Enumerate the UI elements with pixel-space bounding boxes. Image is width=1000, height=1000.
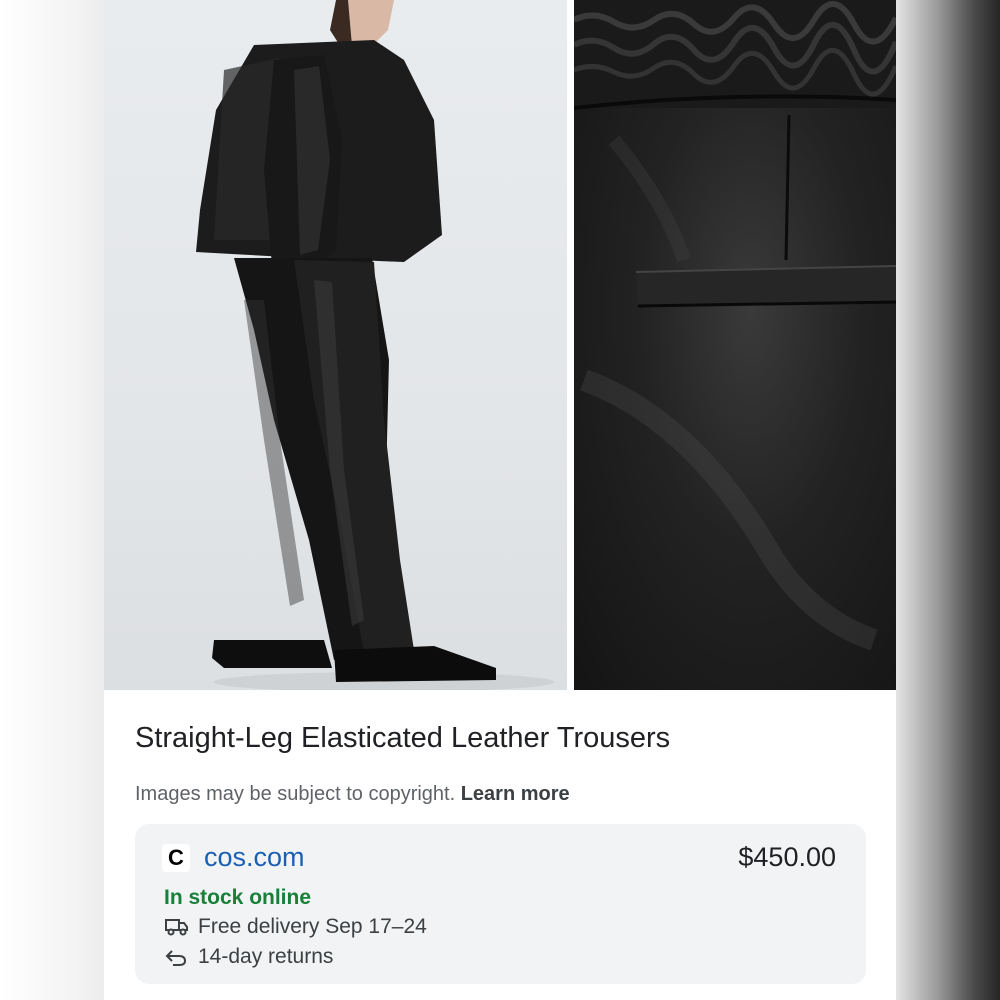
merchant-site-link[interactable]: cos.com <box>204 842 305 873</box>
return-arrow-icon <box>164 947 190 967</box>
image-divider <box>567 0 574 690</box>
product-title: Straight-Leg Elasticated Leather Trouser… <box>135 722 671 754</box>
left-backdrop <box>0 0 104 1000</box>
right-backdrop <box>896 0 1000 1000</box>
price: $450.00 <box>738 842 836 872</box>
model-illustration <box>196 0 554 690</box>
copyright-text: Images may be subject to copyright. <box>135 783 456 805</box>
closeup-illustration <box>574 0 896 651</box>
copyright-notice: Images may be subject to copyright. Lear… <box>135 783 570 806</box>
merchant-logo: C <box>162 844 190 872</box>
delivery-info: Free delivery Sep 17–24 <box>164 915 427 939</box>
merchant-card[interactable]: C cos.com $450.00 In stock online Free d… <box>135 824 866 984</box>
product-panel: Straight-Leg Elasticated Leather Trouser… <box>104 0 896 1000</box>
truck-icon <box>164 917 190 937</box>
delivery-text: Free delivery Sep 17–24 <box>198 915 427 938</box>
returns-info: 14-day returns <box>164 945 333 969</box>
learn-more-link[interactable]: Learn more <box>461 783 570 805</box>
returns-text: 14-day returns <box>198 945 334 968</box>
waistband-closeup-image[interactable] <box>574 0 896 690</box>
model-full-length-image[interactable] <box>104 0 567 690</box>
stock-status: In stock online <box>164 886 312 909</box>
